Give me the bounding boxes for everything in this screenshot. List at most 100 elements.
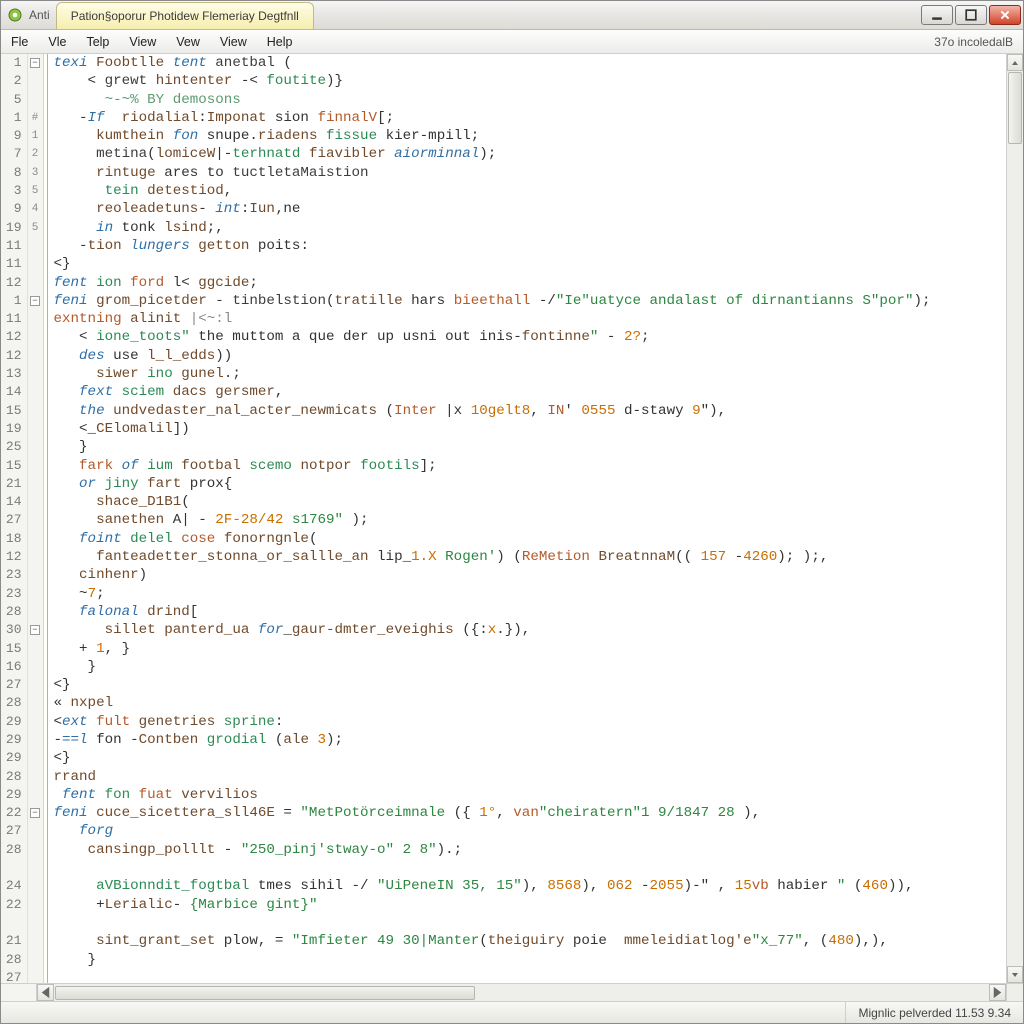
scroll-up-button[interactable]: [1007, 54, 1023, 71]
fold-gutter[interactable]: [27, 237, 43, 255]
fold-gutter[interactable]: −: [27, 292, 43, 310]
fold-gutter[interactable]: [27, 932, 43, 950]
code-line[interactable]: the undvedaster_nal_acter_newmicats (Int…: [47, 402, 1006, 420]
fold-gutter[interactable]: [27, 475, 43, 493]
fold-gutter[interactable]: [27, 585, 43, 603]
code-line[interactable]: fent fon fuat vervilios: [47, 786, 1006, 804]
fold-gutter[interactable]: −: [27, 804, 43, 822]
code-line[interactable]: reoleadetuns- int:Iun‚ne: [47, 200, 1006, 218]
fold-gutter[interactable]: [27, 859, 43, 877]
scroll-right-button[interactable]: [989, 984, 1006, 1001]
code-line[interactable]: -If riodalial:Imponat sion finnalV[;: [47, 109, 1006, 127]
fold-gutter[interactable]: [27, 768, 43, 786]
code-line[interactable]: + 1, }: [47, 640, 1006, 658]
close-button[interactable]: [989, 5, 1021, 25]
code-line[interactable]: foint delel cose fonorngnle(: [47, 530, 1006, 548]
fold-gutter[interactable]: 5: [27, 219, 43, 237]
fold-gutter[interactable]: [27, 530, 43, 548]
fold-gutter[interactable]: [27, 658, 43, 676]
maximize-button[interactable]: [955, 5, 987, 25]
horizontal-scrollbar[interactable]: [1, 983, 1023, 1001]
fold-gutter[interactable]: [27, 365, 43, 383]
fold-gutter[interactable]: [27, 420, 43, 438]
code-line[interactable]: <}: [47, 749, 1006, 767]
fold-gutter[interactable]: 4: [27, 200, 43, 218]
menu-telp-2[interactable]: Telp: [76, 30, 119, 53]
code-line[interactable]: in tonk lsind;,: [47, 219, 1006, 237]
fold-gutter[interactable]: [27, 731, 43, 749]
menu-vew-4[interactable]: Vew: [166, 30, 210, 53]
document-tab[interactable]: Pation§oporur Photidew Flemeriay Degtfnl…: [56, 2, 314, 29]
fold-gutter[interactable]: [27, 951, 43, 969]
code-line[interactable]: rintuge ares to tuctletaMaistion: [47, 164, 1006, 182]
scroll-down-button[interactable]: [1007, 966, 1023, 983]
code-line[interactable]: < ione_toots" the muttom a que der up us…: [47, 328, 1006, 346]
fold-gutter[interactable]: 3: [27, 164, 43, 182]
fold-gutter[interactable]: [27, 347, 43, 365]
fold-gutter[interactable]: [27, 566, 43, 584]
titlebar[interactable]: Anti Pation§oporur Photidew Flemeriay De…: [1, 1, 1023, 30]
code-line[interactable]: <}: [47, 676, 1006, 694]
code-line[interactable]: exntning alinit |<~:l: [47, 310, 1006, 328]
code-line[interactable]: sint_grant_set plow, = "Imfieter 49 30|M…: [47, 932, 1006, 950]
fold-gutter[interactable]: [27, 255, 43, 273]
code-line[interactable]: -==l fon -Contben grodial (ale 3);: [47, 731, 1006, 749]
code-line[interactable]: <ext fult genetries sprine:: [47, 713, 1006, 731]
fold-gutter[interactable]: [27, 511, 43, 529]
code-line[interactable]: feni cuce_sicettera_sll46E = "MetPotörce…: [47, 804, 1006, 822]
code-line[interactable]: -tion lungers getton poits:: [47, 237, 1006, 255]
fold-gutter[interactable]: [27, 877, 43, 895]
fold-gutter[interactable]: [27, 676, 43, 694]
fold-gutter[interactable]: [27, 914, 43, 932]
code-line[interactable]: texi Foobtlle tent anetbal (: [47, 54, 1006, 72]
fold-gutter[interactable]: [27, 749, 43, 767]
code-line[interactable]: }: [47, 658, 1006, 676]
code-line[interactable]: or jiny fart prox{: [47, 475, 1006, 493]
code-line[interactable]: tein detestiod,: [47, 182, 1006, 200]
code-line[interactable]: <_CElomalil]): [47, 420, 1006, 438]
fold-gutter[interactable]: [27, 328, 43, 346]
fold-gutter[interactable]: [27, 383, 43, 401]
code-line[interactable]: falonal drind[: [47, 603, 1006, 621]
fold-gutter[interactable]: [27, 310, 43, 328]
code-line[interactable]: +Lerialic- {Marbice gint}": [47, 896, 1006, 914]
menu-help-6[interactable]: Help: [257, 30, 303, 53]
code-line[interactable]: feni grom_picetder - tinbelstion(tratill…: [47, 292, 1006, 310]
fold-gutter[interactable]: [27, 969, 43, 983]
fold-gutter[interactable]: [27, 603, 43, 621]
fold-gutter[interactable]: −: [27, 621, 43, 639]
code-line[interactable]: forg: [47, 822, 1006, 840]
code-line[interactable]: cansingp_polllt - "250_pinj'stway-o" 2 8…: [47, 841, 1006, 859]
horizontal-scroll-thumb[interactable]: [55, 986, 475, 1000]
code-line[interactable]: siwer ino gunel.;: [47, 365, 1006, 383]
fold-gutter[interactable]: [27, 548, 43, 566]
fold-gutter[interactable]: 1: [27, 127, 43, 145]
fold-gutter[interactable]: #: [27, 109, 43, 127]
code-line[interactable]: fext sciem dacs gersmer,: [47, 383, 1006, 401]
code-line[interactable]: [47, 859, 1006, 877]
vertical-scrollbar[interactable]: [1006, 54, 1023, 983]
code-editor[interactable]: 1−texi Foobtlle tent anetbal (2 < grewt …: [1, 54, 1006, 983]
code-line[interactable]: des use l_l_edds)): [47, 347, 1006, 365]
code-line[interactable]: fanteadetter_stonna_or_sallle_an lip_1.X…: [47, 548, 1006, 566]
code-line[interactable]: rrand: [47, 768, 1006, 786]
fold-gutter[interactable]: 5: [27, 182, 43, 200]
menu-vle-1[interactable]: Vle: [38, 30, 76, 53]
code-line[interactable]: ~-~% BY demosons: [47, 91, 1006, 109]
menu-view-3[interactable]: View: [119, 30, 166, 53]
fold-gutter[interactable]: 2: [27, 145, 43, 163]
fold-gutter[interactable]: −: [27, 54, 43, 72]
fold-gutter[interactable]: [27, 786, 43, 804]
fold-gutter[interactable]: [27, 457, 43, 475]
fold-gutter[interactable]: [27, 438, 43, 456]
code-line[interactable]: < grewt hintenter -< foutite)}: [47, 72, 1006, 90]
fold-gutter[interactable]: [27, 91, 43, 109]
code-line[interactable]: }: [47, 951, 1006, 969]
code-line[interactable]: <}: [47, 255, 1006, 273]
minimize-button[interactable]: [921, 5, 953, 25]
code-line[interactable]: aVBionndit_fogtbal tmes sihil -/ "UiPene…: [47, 877, 1006, 895]
menu-view-5[interactable]: View: [210, 30, 257, 53]
code-line[interactable]: sanethen A| - 2F-28/42 s1769" );: [47, 511, 1006, 529]
code-line[interactable]: fent ion ford l< ggcide;: [47, 274, 1006, 292]
fold-gutter[interactable]: [27, 841, 43, 859]
